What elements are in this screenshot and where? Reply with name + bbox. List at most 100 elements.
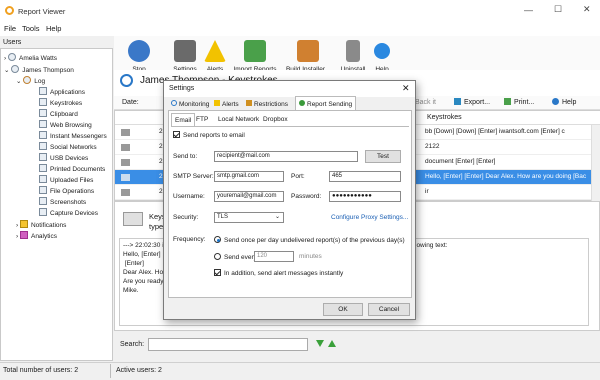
tree-log-item[interactable]: USB Devices — [39, 153, 88, 164]
search-icon — [120, 74, 133, 87]
tree-log-item[interactable]: Keystrokes — [39, 98, 82, 109]
search-input[interactable] — [148, 338, 308, 351]
collapse-icon[interactable]: ⌄ — [16, 78, 21, 85]
configure-proxy-link[interactable]: Configure Proxy Settings... — [331, 214, 408, 221]
column-header-keystrokes[interactable]: Keystrokes — [427, 114, 462, 121]
tree-analytics[interactable]: › Analytics — [16, 231, 57, 242]
user-tree: › Amelia Watts ⌄ James Thompson ⌄ Log Ap… — [0, 48, 113, 361]
frequency-label: Frequency: — [173, 236, 206, 243]
report-sending-panel: Email FTP Local Network Dropbox Send rep… — [168, 110, 412, 298]
date-label: Date: — [122, 99, 139, 106]
test-button[interactable]: Test — [365, 150, 401, 163]
checkbox-checked-icon — [173, 131, 180, 138]
log-category-icon — [39, 208, 47, 216]
ok-button[interactable]: OK — [323, 303, 363, 316]
app-icon — [5, 6, 14, 15]
minutes-label: minutes — [299, 253, 322, 260]
subtab-dropbox[interactable]: Dropbox — [260, 113, 291, 126]
subtab-divider — [171, 126, 409, 127]
settings-dialog: Settings ✕ Monitoring Alerts Restriction… — [163, 80, 416, 320]
log-category-icon — [39, 175, 47, 183]
menu-tools[interactable]: Tools — [22, 24, 40, 33]
analytics-icon — [19, 231, 28, 239]
password-input[interactable]: ●●●●●●●●●●● — [329, 191, 401, 202]
status-bar: Total number of users: 2 Active users: 2 — [0, 362, 600, 380]
dialog-title: Settings — [169, 85, 195, 92]
alerts-icon — [214, 100, 220, 106]
status-active-users: Active users: 2 — [116, 367, 162, 374]
search-next-icon[interactable] — [316, 340, 324, 347]
log-category-icon — [39, 131, 47, 139]
tree-notifications[interactable]: › Notifications — [16, 220, 66, 231]
frequency-option-interval[interactable]: Send every — [214, 253, 257, 261]
search-label: Search: — [120, 341, 145, 348]
minimize-button[interactable]: — — [524, 5, 533, 15]
menu-help[interactable]: Help — [46, 24, 61, 33]
tree-user-amelia[interactable]: › Amelia Watts — [4, 53, 57, 64]
table-scrollbar[interactable] — [591, 125, 600, 201]
maximize-button[interactable]: ☐ — [554, 4, 562, 15]
back-button[interactable]: Back it — [415, 99, 436, 106]
send-to-input[interactable]: recipient@mail.com — [214, 151, 358, 162]
menu-file[interactable]: File — [4, 24, 16, 33]
detail-line: [Enter] — [123, 260, 144, 267]
tree-log-item[interactable]: Printed Documents — [39, 164, 105, 175]
row-keystrokes: bb [Down] [Down] [Enter] iwantsoft.com [… — [425, 128, 565, 135]
close-button[interactable]: ✕ — [583, 4, 591, 15]
tree-log-item[interactable]: Screenshots — [39, 197, 86, 208]
tree-log-item[interactable]: Web Browsing — [39, 120, 92, 131]
notifications-icon — [19, 220, 28, 228]
dialog-close-button[interactable]: ✕ — [402, 83, 410, 94]
menu-bar: File Tools Help — [0, 22, 600, 36]
expand-icon[interactable]: › — [4, 55, 6, 62]
keyboard-icon — [123, 212, 143, 226]
send-to-label: Send to: — [173, 153, 198, 160]
user-icon — [11, 65, 20, 73]
detail-line: Are you ready f — [123, 278, 168, 285]
log-category-icon — [39, 109, 47, 117]
title-bar: Report Viewer — ☐ ✕ — [0, 0, 600, 22]
interval-input[interactable]: 120 — [254, 251, 294, 262]
detail-line: Dear Alex. How — [123, 269, 168, 276]
chevron-down-icon: ⌄ — [274, 214, 280, 220]
username-input[interactable]: youremail@gmail.com — [214, 191, 284, 202]
tree-log[interactable]: ⌄ Log — [16, 76, 45, 87]
row-keystrokes: 2122 — [425, 143, 440, 150]
keyboard-icon — [121, 189, 130, 196]
security-select[interactable]: TLS ⌄ — [214, 212, 284, 223]
smtp-server-label: SMTP Server: — [173, 173, 214, 180]
tree-log-item[interactable]: Social Networks — [39, 142, 97, 153]
tree-log-item[interactable]: Clipboard — [39, 109, 78, 120]
detail-line: Mike. — [123, 287, 139, 294]
tree-log-item[interactable]: Instant Messengers — [39, 131, 107, 142]
expand-icon[interactable]: › — [16, 233, 18, 240]
tab-report-sending[interactable]: Report Sending — [295, 96, 357, 111]
frequency-option-daily[interactable]: Send once per day undelivered report(s) … — [214, 236, 405, 244]
viewer-help-button[interactable]: Help — [552, 98, 576, 106]
dialog-title-bar: Settings ✕ — [164, 81, 415, 97]
tree-log-item[interactable]: Capture Devices — [39, 208, 98, 219]
smtp-server-input[interactable]: smtp.gmail.com — [214, 171, 284, 182]
log-category-icon — [39, 153, 47, 161]
port-label: Port: — [291, 173, 305, 180]
help-icon — [374, 43, 390, 59]
search-prev-icon[interactable] — [328, 340, 336, 347]
subtab-email[interactable]: Email — [171, 113, 196, 126]
expand-icon[interactable]: › — [16, 222, 18, 229]
collapse-icon[interactable]: ⌄ — [4, 67, 9, 74]
port-input[interactable]: 465 — [329, 171, 401, 182]
tree-user-james[interactable]: ⌄ James Thompson — [4, 65, 74, 76]
uninstall-icon — [346, 40, 360, 62]
subtab-local-network[interactable]: Local Network — [215, 113, 262, 126]
export-button[interactable]: Export... — [454, 98, 490, 106]
print-icon — [504, 98, 511, 105]
print-button[interactable]: Print... — [504, 98, 534, 106]
alert-instantly-checkbox[interactable]: In addition, send alert messages instant… — [214, 269, 343, 277]
cancel-button[interactable]: Cancel — [368, 303, 410, 316]
send-reports-checkbox[interactable]: Send reports to email — [173, 131, 245, 139]
keyboard-icon — [121, 129, 130, 136]
tree-log-item[interactable]: Uploaded Files — [39, 175, 93, 186]
tree-log-item[interactable]: Applications — [39, 87, 85, 98]
subtab-ftp[interactable]: FTP — [193, 113, 211, 126]
tree-log-item[interactable]: File Operations — [39, 186, 94, 197]
